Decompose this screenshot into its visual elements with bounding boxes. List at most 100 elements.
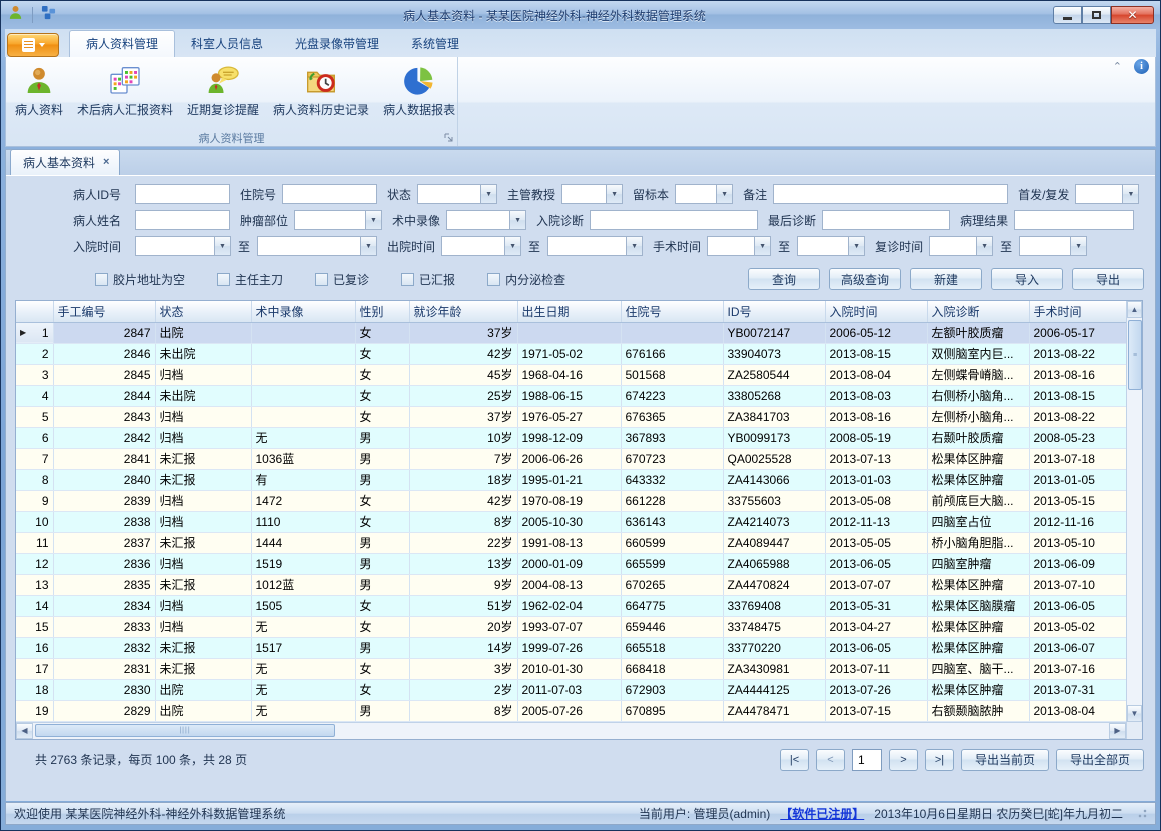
checkbox-icon[interactable] xyxy=(315,273,328,286)
table-row[interactable]: 122836归档1519男13岁2000-01-09665599ZA406598… xyxy=(16,553,1126,574)
row-indicator[interactable]: 9 xyxy=(16,490,53,511)
table-row[interactable]: 182830出院无女2岁2011-07-03672903ZA4444125201… xyxy=(16,679,1126,700)
row-indicator[interactable]: 12 xyxy=(16,553,53,574)
column-header-surgery-time[interactable]: 手术时间 xyxy=(1029,301,1126,322)
chevron-down-icon[interactable]: ▼ xyxy=(509,211,525,229)
admission-diagnosis-input[interactable] xyxy=(590,210,758,230)
checkbox-revisited[interactable]: 已复诊 xyxy=(315,271,369,288)
registered-link[interactable]: 【软件已注册】 xyxy=(780,805,864,822)
ribbon-tab-2[interactable]: 科室人员信息 xyxy=(175,31,279,57)
table-row[interactable]: 192829出院无男8岁2005-07-26670895ZA4478471201… xyxy=(16,700,1126,721)
patient-id-input[interactable] xyxy=(135,184,230,204)
surgery-video-select[interactable]: ▼ xyxy=(446,210,526,230)
professor-select[interactable]: ▼ xyxy=(561,184,623,204)
row-indicator[interactable]: 10 xyxy=(16,511,53,532)
horizontal-scrollbar[interactable]: ◀ |||| ▶ xyxy=(16,722,1126,739)
column-header-gender[interactable]: 性别 xyxy=(355,301,409,322)
chevron-down-icon[interactable]: ▼ xyxy=(848,237,864,255)
row-indicator[interactable]: 3 xyxy=(16,364,53,385)
quick-access-icon[interactable] xyxy=(41,5,56,25)
chevron-down-icon[interactable]: ▼ xyxy=(626,237,642,255)
column-header-admission-no[interactable]: 住院号 xyxy=(621,301,723,322)
chevron-down-icon[interactable]: ▼ xyxy=(976,237,992,255)
scroll-right-icon[interactable]: ▶ xyxy=(1109,723,1126,739)
revisit-time-to-select[interactable]: ▼ xyxy=(1019,236,1087,256)
row-indicator[interactable]: 17 xyxy=(16,658,53,679)
table-row[interactable]: 152833归档无女20岁1993-07-0765944633748475201… xyxy=(16,616,1126,637)
row-indicator[interactable]: 14 xyxy=(16,595,53,616)
table-row[interactable]: 82840未汇报有男18岁1995-01-21643332ZA414306620… xyxy=(16,469,1126,490)
page-number-input[interactable] xyxy=(852,749,882,771)
hscroll-thumb[interactable]: |||| xyxy=(35,724,335,737)
column-header-admission-diagnosis[interactable]: 入院诊断 xyxy=(927,301,1029,322)
checkbox-chief-surgeon[interactable]: 主任主刀 xyxy=(217,271,283,288)
column-header-admission-time[interactable]: 入院时间 xyxy=(825,301,927,322)
resize-grip-icon[interactable] xyxy=(1137,809,1147,819)
import-button[interactable]: 导入 xyxy=(991,268,1063,290)
table-row[interactable]: 32845归档女45岁1968-04-16501568ZA25805442013… xyxy=(16,364,1126,385)
table-row[interactable]: 142834归档1505女51岁1962-02-0466477533769408… xyxy=(16,595,1126,616)
app-logo-icon[interactable] xyxy=(7,4,24,26)
table-row[interactable]: 172831未汇报无女3岁2010-01-30668418ZA343098120… xyxy=(16,658,1126,679)
maximize-button[interactable] xyxy=(1082,6,1111,24)
export-current-page-button[interactable]: 导出当前页 xyxy=(961,749,1049,771)
discharge-time-from-select[interactable]: ▼ xyxy=(441,236,521,256)
ribbon-tab-4[interactable]: 系统管理 xyxy=(395,31,475,57)
checkbox-icon[interactable] xyxy=(401,273,414,286)
help-info-icon[interactable]: i xyxy=(1134,59,1149,74)
row-indicator[interactable]: 18 xyxy=(16,679,53,700)
ribbon-tab-3[interactable]: 光盘录像带管理 xyxy=(279,31,395,57)
checkbox-reported[interactable]: 已汇报 xyxy=(401,271,455,288)
export-button[interactable]: 导出 xyxy=(1072,268,1144,290)
column-header-manual-no[interactable]: 手工编号 xyxy=(53,301,155,322)
chevron-down-icon[interactable]: ▼ xyxy=(214,237,230,255)
collapse-ribbon-icon[interactable]: ⌃ xyxy=(1113,60,1122,73)
table-row[interactable]: 22846未出院女42岁1971-05-02676166339040732013… xyxy=(16,343,1126,364)
first-page-button[interactable]: |< xyxy=(780,749,809,771)
chevron-down-icon[interactable]: ▼ xyxy=(480,185,496,203)
column-header-id-no[interactable]: ID号 xyxy=(723,301,825,322)
remark-input[interactable] xyxy=(773,184,1008,204)
checkbox-icon[interactable] xyxy=(95,273,108,286)
table-row[interactable]: 62842归档无男10岁1998-12-09367893YB0099173200… xyxy=(16,427,1126,448)
admission-time-from-select[interactable]: ▼ xyxy=(135,236,231,256)
chevron-down-icon[interactable]: ▼ xyxy=(1122,185,1138,203)
chevron-down-icon[interactable]: ▼ xyxy=(360,237,376,255)
close-button[interactable]: ✕ xyxy=(1111,6,1154,24)
chevron-down-icon[interactable]: ▼ xyxy=(504,237,520,255)
minimize-button[interactable] xyxy=(1053,6,1082,24)
checkbox-film-address-empty[interactable]: 胶片地址为空 xyxy=(95,271,185,288)
ribbon-button-report[interactable]: 术后病人汇报资料 xyxy=(70,60,180,129)
table-row[interactable]: 92839归档1472女42岁1970-08-19661228337556032… xyxy=(16,490,1126,511)
export-all-pages-button[interactable]: 导出全部页 xyxy=(1056,749,1144,771)
app-menu-button[interactable] xyxy=(7,33,59,57)
scroll-up-icon[interactable]: ▲ xyxy=(1127,301,1142,318)
ribbon-button-patient[interactable]: 病人资料 xyxy=(8,60,70,129)
pathology-result-input[interactable] xyxy=(1014,210,1134,230)
checkbox-endocrine-exam[interactable]: 内分泌检查 xyxy=(487,271,565,288)
chevron-down-icon[interactable]: ▼ xyxy=(365,211,381,229)
scroll-left-icon[interactable]: ◀ xyxy=(16,723,33,739)
row-indicator[interactable]: 7 xyxy=(16,448,53,469)
tumor-site-select[interactable]: ▼ xyxy=(294,210,382,230)
column-header-status[interactable]: 状态 xyxy=(155,301,251,322)
row-indicator[interactable]: 11 xyxy=(16,532,53,553)
row-indicator[interactable]: 19 xyxy=(16,700,53,721)
row-indicator[interactable]: ▶1 xyxy=(16,322,53,343)
table-row[interactable]: 112837未汇报1444男22岁1991-08-13660599ZA40894… xyxy=(16,532,1126,553)
advanced-query-button[interactable]: 高级查询 xyxy=(829,268,901,290)
table-row[interactable]: 72841未汇报1036蓝男7岁2006-06-26670723QA002552… xyxy=(16,448,1126,469)
specimen-select[interactable]: ▼ xyxy=(675,184,733,204)
row-indicator[interactable]: 5 xyxy=(16,406,53,427)
table-row[interactable]: 52843归档女37岁1976-05-27676365ZA38417032013… xyxy=(16,406,1126,427)
last-page-button[interactable]: >| xyxy=(925,749,954,771)
dialog-launcher-icon[interactable] xyxy=(444,133,454,143)
table-row[interactable]: 102838归档1110女8岁2005-10-30636143ZA4214073… xyxy=(16,511,1126,532)
table-row[interactable]: 132835未汇报1012蓝男9岁2004-08-13670265ZA44708… xyxy=(16,574,1126,595)
row-indicator[interactable]: 4 xyxy=(16,385,53,406)
prev-page-button[interactable]: < xyxy=(816,749,845,771)
patient-name-input[interactable] xyxy=(135,210,230,230)
row-indicator[interactable]: 15 xyxy=(16,616,53,637)
discharge-time-to-select[interactable]: ▼ xyxy=(547,236,643,256)
row-indicator[interactable]: 8 xyxy=(16,469,53,490)
